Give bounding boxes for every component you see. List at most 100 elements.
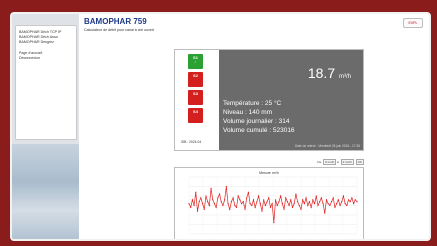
chart-point [257, 195, 260, 197]
chart-point [273, 222, 275, 224]
chart-point [205, 195, 207, 197]
main-content: BAMOPHAR 759 Calculateur de débit pour c… [79, 14, 429, 239]
state-s1[interactable]: S1 ✓ [188, 54, 203, 69]
cumulative-volume-line: Volume cumulé : 523016 [223, 127, 295, 134]
chart-point [268, 197, 270, 199]
to-select[interactable]: 0 mn/h [340, 159, 354, 165]
state-s2-label: S2 [193, 73, 198, 78]
state-s3[interactable]: S3 [188, 90, 203, 105]
chart-point [302, 199, 304, 201]
state-s4-label: S4 [193, 109, 198, 114]
chart-point [349, 201, 351, 203]
device-id: ISB : 2024-04 [181, 140, 202, 144]
chart-point [234, 204, 236, 207]
page-title: BAMOPHAR 759 [84, 17, 147, 26]
chart-point [261, 210, 263, 212]
chart-point [297, 201, 299, 203]
chart-point [354, 199, 356, 201]
chart-point [201, 203, 204, 205]
chart-point [190, 206, 192, 208]
chart-point [232, 197, 234, 199]
chart-point [271, 203, 273, 205]
chart-point [244, 208, 246, 210]
chart-point [317, 204, 319, 207]
daily-volume-line: Volume journalier : 314 [223, 118, 290, 125]
state-s4[interactable]: S4 [188, 108, 203, 123]
sidebar-item-logout[interactable]: Déconnexion [19, 56, 73, 61]
chart-point [213, 203, 216, 205]
level-line: Niveau : 140 mm [223, 109, 273, 116]
chart-point [305, 197, 307, 199]
chart-point [246, 197, 248, 199]
chart-point [264, 204, 266, 207]
chart-point [324, 212, 326, 214]
chart-point [310, 206, 312, 208]
state-s3-label: S3 [193, 91, 198, 96]
chart-point [230, 201, 233, 203]
chart-point [320, 197, 322, 199]
chart-point [291, 206, 294, 208]
chart-point [327, 203, 329, 205]
chart-point [290, 199, 292, 201]
temperature-line: Température : 25 °C [223, 100, 282, 107]
chart-point [225, 185, 227, 188]
chart-point [266, 201, 268, 203]
chart-point [217, 197, 219, 199]
chart-point [247, 191, 249, 193]
top-right-button[interactable]: EXPL [403, 18, 423, 28]
chart-point [195, 191, 197, 193]
sidebar: BAMOPHAR Déch TCP IP BAMOPHAR Déch Asso … [15, 25, 77, 140]
chart-point [241, 203, 243, 205]
chart-point [269, 206, 272, 208]
chart-point [237, 195, 239, 197]
flow-chart-svg: Mesure m³/h [188, 171, 358, 235]
from-select[interactable]: 0 mn/h [323, 159, 337, 165]
date-filters: De 0 mn/h à 0 mn/h OK [269, 159, 364, 165]
chart-point [251, 204, 253, 207]
chart-point [329, 204, 331, 207]
chart-point [242, 201, 244, 203]
chart-point [285, 197, 287, 199]
chart-point [220, 201, 222, 203]
chart-point [274, 199, 277, 201]
chart-point [313, 203, 316, 205]
chart-point [227, 203, 229, 205]
chart-point [198, 201, 200, 203]
chart-point [276, 204, 278, 207]
chart-point [341, 201, 343, 203]
chart-point [332, 197, 334, 199]
state-s2[interactable]: S2 [188, 72, 203, 87]
chart-point [286, 201, 289, 203]
page-subtitle: Calculateur de débit pour canal à ciel o… [84, 28, 155, 32]
chart-point [322, 203, 324, 205]
chart-point [325, 199, 328, 201]
last-update: Date du relevé : Vendredi 26 juin 2024 -… [294, 144, 360, 148]
chart-point [212, 199, 214, 201]
chart-point [346, 204, 348, 207]
chart-point [249, 203, 251, 205]
chart-point [298, 204, 300, 207]
chart-point [215, 206, 217, 208]
chart-title: Mesure m³/h [259, 171, 279, 175]
chart-point [196, 210, 199, 212]
chart-point [218, 193, 221, 195]
chart-point [307, 204, 309, 207]
chart-point [278, 201, 280, 203]
chart-point [315, 195, 317, 197]
chart-point [281, 203, 283, 205]
chart-point [263, 199, 265, 201]
chart-point [300, 208, 302, 210]
submit-button[interactable]: OK [355, 159, 364, 165]
chart-point [252, 199, 255, 201]
measurement-display: 18.7 m³/h Température : 25 °C Niveau : 1… [219, 50, 363, 150]
chart-point [191, 199, 193, 201]
chart-point [308, 201, 311, 203]
chart-point [229, 208, 231, 210]
to-label: à [337, 160, 339, 164]
chart-point [347, 199, 350, 201]
status-panel: S1 ✓ S2 S3 S4 ISB : 2024-04 18.7 m³/h Te… [174, 49, 364, 151]
from-label: De [317, 160, 322, 164]
chart-point [207, 201, 209, 203]
chart-point [208, 204, 210, 207]
chart-point [334, 206, 336, 208]
